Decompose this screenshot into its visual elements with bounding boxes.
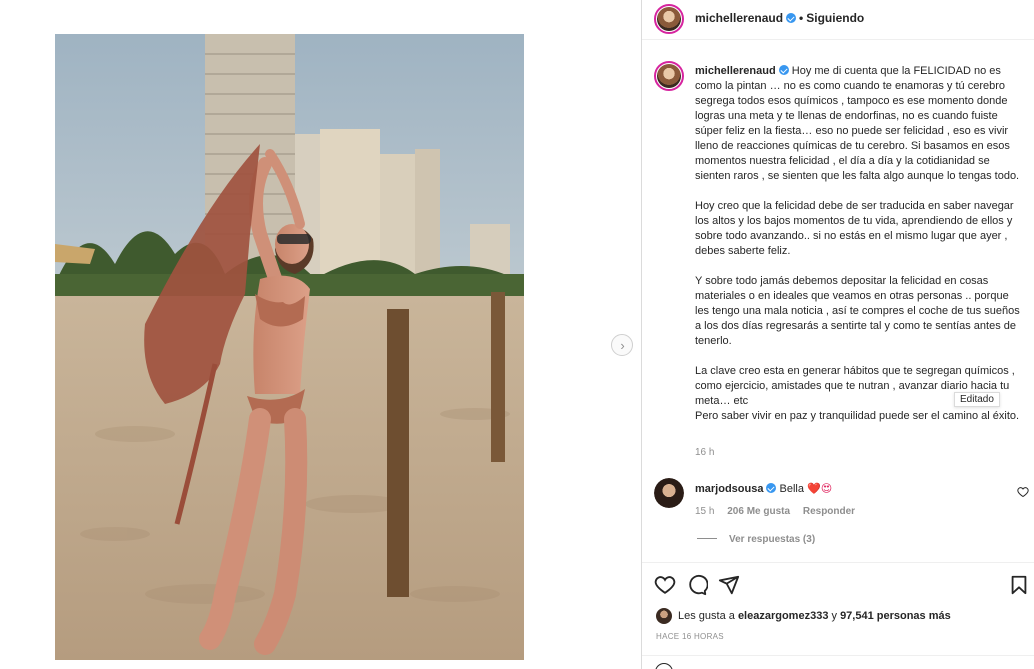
post-photo[interactable] [55,34,524,660]
comment-text: marjodsousa Bella ❤️😍 [695,482,832,495]
bookmark-icon[interactable] [1008,574,1030,596]
caption-avatar[interactable] [654,61,684,91]
heart-icon[interactable] [654,574,676,596]
comment-meta: 15 h 206 Me gusta Responder [695,506,865,517]
author-info: michellerenaud • Siguiendo [695,11,864,25]
post-time-ago: HACE 16 HORAS [656,632,724,641]
verified-badge-icon [766,483,777,493]
verified-badge-icon [778,65,789,75]
likes-summary[interactable]: Les gusta a eleazargomez333 y 97,541 per… [656,608,951,624]
caption: michellerenaud Hoy me di cuenta que la F… [695,64,1025,424]
share-icon[interactable] [718,574,740,596]
post-header: michellerenaud • Siguiendo [642,0,1034,40]
liker-username[interactable]: eleazargomez333 [738,610,829,622]
caption-timestamp: 16 h [695,447,715,458]
post-side-pane: michellerenaud • Siguiendo michellerenaud … [641,0,1034,669]
divider [642,655,1034,656]
view-replies-button[interactable]: Ver respuestas (3) [697,534,815,545]
separator: • [799,11,804,25]
likes-connector: y [831,610,838,622]
edited-tooltip: Editado [954,392,1000,407]
likes-count[interactable]: 97,541 personas más [840,610,951,622]
following-button[interactable]: Siguiendo [806,11,864,25]
comment-item: marjodsousa Bella ❤️😍 15 h 206 Me gusta … [642,478,1034,545]
caption-username[interactable]: michellerenaud [695,65,776,77]
next-photo-button[interactable]: › [611,334,633,356]
replies-divider [697,538,717,539]
author-username[interactable]: michellerenaud [695,11,783,25]
commenter-avatar[interactable] [654,478,684,508]
comment-icon[interactable] [686,574,708,596]
media-pane: › [0,0,641,669]
view-replies-label: Ver respuestas (3) [729,534,816,545]
comment-likes[interactable]: 206 Me gusta [727,506,790,517]
comment-time: 15 h [695,506,715,517]
chevron-right-icon: › [620,337,625,353]
author-avatar[interactable] [654,4,684,34]
reply-button[interactable]: Responder [803,506,855,517]
commenter-username[interactable]: marjodsousa [695,483,763,495]
emoji-icon[interactable] [655,663,673,669]
action-bar [642,562,1034,602]
comment-body: Bella [779,483,804,495]
verified-badge-icon [786,13,797,23]
likes-prefix: Les gusta a [678,610,735,622]
caption-body: Hoy me di cuenta que la FELICIDAD no es … [695,65,1020,422]
liker-avatar [656,608,672,624]
comment-heart-icon[interactable] [1017,486,1029,498]
emoji-hearts: ❤️😍 [807,483,833,495]
